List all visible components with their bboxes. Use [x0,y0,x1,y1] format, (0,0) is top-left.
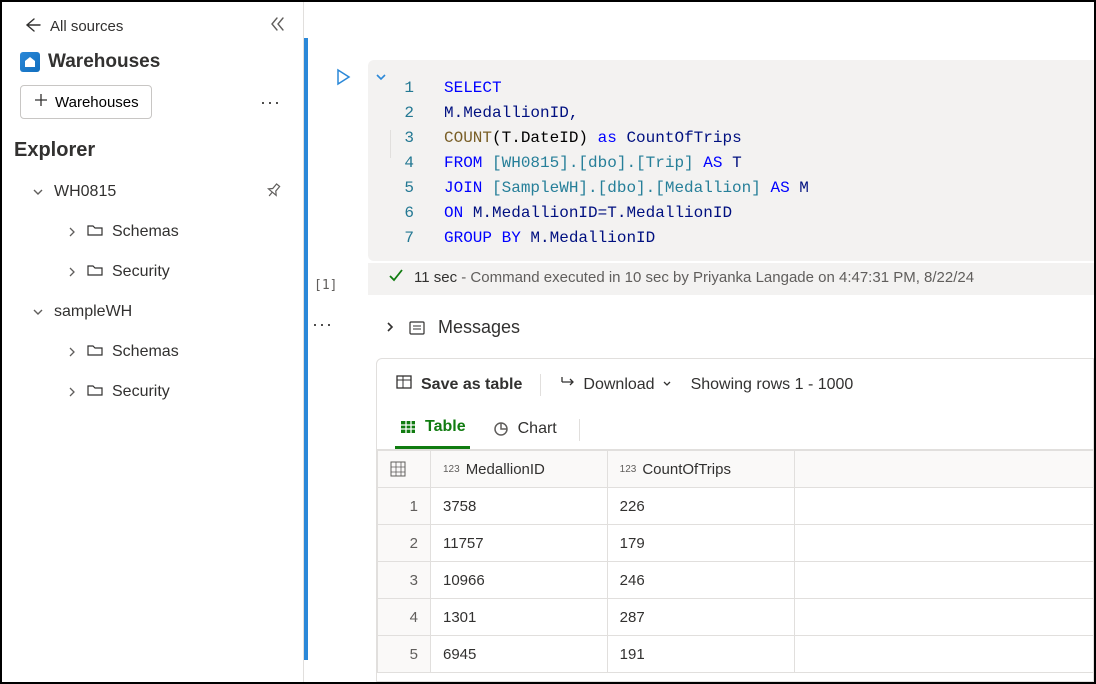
check-icon [388,267,404,287]
chevron-down-icon [32,186,44,198]
grid-corner[interactable] [378,451,431,488]
column-header-medallionid[interactable]: 123MedallionID [431,451,608,488]
add-warehouses-label: Warehouses [55,94,139,111]
tree-node-samplewh[interactable]: sampleWH [24,292,293,332]
folder-icon [86,381,104,404]
tree-node-schemas[interactable]: Schemas [24,332,293,372]
tree-node-security[interactable]: Security [24,252,293,292]
collapse-sidebar-icon[interactable] [267,14,287,39]
warehouse-icon [20,52,40,72]
arrow-left-icon [22,15,42,38]
cell: 11757 [431,525,608,562]
download-icon [559,373,577,396]
folder-icon [86,221,104,244]
plus-icon [33,92,49,112]
back-label: All sources [50,18,123,35]
chevron-right-icon [66,347,78,357]
folder-icon [86,341,104,364]
sidebar: All sources Warehouses Warehouses ··· Ex… [2,2,304,682]
cell: 3758 [431,488,608,525]
tree-node-label: Schemas [112,223,179,241]
folder-icon [86,261,104,284]
column-label: MedallionID [466,461,545,478]
tree: WH0815 Schemas Security [2,170,303,412]
table-row[interactable]: 2 11757 179 [378,525,1094,562]
cell: 246 [607,562,795,599]
tree-node-security[interactable]: Security [24,372,293,412]
results-table: 123MedallionID 123CountOfTrips 1 3758 22… [377,450,1093,673]
table-row[interactable]: 5 6945 191 [378,636,1094,673]
cell: 6945 [431,636,608,673]
table-row[interactable]: 1 3758 226 [378,488,1094,525]
main: [1] ··· 1SELECT 2M.MedallionID, 3COUNT(T… [304,2,1094,682]
divider [390,130,391,158]
column-label: CountOfTrips [642,461,731,478]
cell: 1301 [431,599,608,636]
messages-icon [408,319,426,337]
sidebar-title: Warehouses [48,51,160,73]
cell: 10966 [431,562,608,599]
chevron-right-icon [66,387,78,397]
cell-more-button[interactable]: ··· [312,314,333,335]
sidebar-more-button[interactable]: ··· [254,88,287,117]
tree-node-label: Security [112,263,170,281]
column-header-empty [795,451,1093,488]
results-panel: Save as table Download Showing rows 1 - … [376,358,1094,682]
run-cell-button[interactable] [334,68,352,89]
table-row[interactable]: 4 1301 287 [378,599,1094,636]
tree-node-wh0815[interactable]: WH0815 [24,172,293,212]
cell: 179 [607,525,795,562]
table-icon [395,373,413,396]
editor-gutter: [1] ··· [308,2,368,682]
execution-status: 11 sec - Command executed in 10 sec by P… [368,263,1094,295]
rows-count-label: Showing rows 1 - 1000 [691,376,854,394]
table-row[interactable]: 3 10966 246 [378,562,1094,599]
download-button[interactable]: Download [559,373,672,396]
messages-section[interactable]: Messages [368,295,1094,358]
tree-node-schemas[interactable]: Schemas [24,212,293,252]
cell: 191 [607,636,795,673]
divider [540,374,541,396]
cell: 226 [607,488,795,525]
explorer-heading: Explorer [2,135,303,170]
tab-chart[interactable]: Chart [488,410,561,449]
chevron-right-icon [66,267,78,277]
column-header-countoftrips[interactable]: 123CountOfTrips [607,451,795,488]
run-dropdown-icon[interactable] [374,70,388,87]
chevron-down-icon [32,306,44,318]
tab-table[interactable]: Table [395,410,470,449]
tree-node-label: sampleWH [54,303,132,321]
chevron-right-icon [384,320,396,336]
cell-index: [1] [314,278,337,293]
back-all-sources[interactable]: All sources [22,15,123,38]
chevron-right-icon [66,227,78,237]
sql-editor[interactable]: 1SELECT 2M.MedallionID, 3COUNT(T.DateID)… [368,60,1094,261]
messages-label: Messages [438,317,520,338]
status-tail: - Command executed in 10 sec by Priyanka… [457,269,974,286]
tab-table-label: Table [425,418,466,436]
divider [579,419,580,441]
save-as-table-label: Save as table [421,376,522,394]
tree-node-label: Schemas [112,343,179,361]
download-label: Download [583,376,654,394]
save-as-table-button[interactable]: Save as table [395,373,522,396]
pin-icon[interactable] [258,177,287,206]
add-warehouses-button[interactable]: Warehouses [20,85,152,119]
content: 1SELECT 2M.MedallionID, 3COUNT(T.DateID)… [368,2,1094,682]
tree-node-label: Security [112,383,170,401]
tree-node-label: WH0815 [54,183,116,201]
tab-chart-label: Chart [518,420,557,438]
status-duration: 11 sec [414,269,457,286]
cell: 287 [607,599,795,636]
chevron-down-icon [661,376,673,394]
